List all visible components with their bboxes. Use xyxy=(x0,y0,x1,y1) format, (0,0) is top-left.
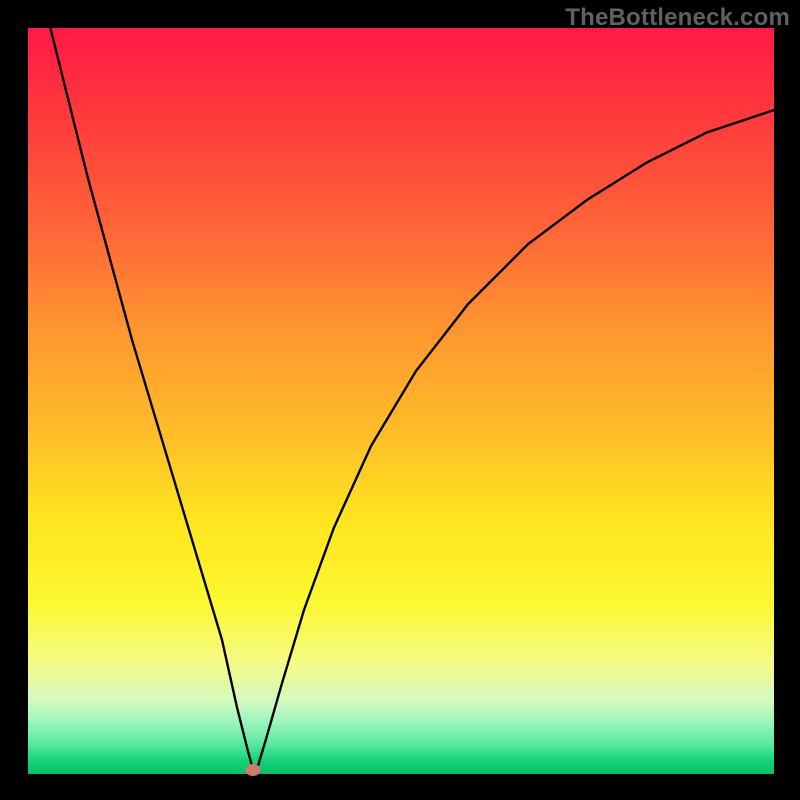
bottleneck-curve xyxy=(50,28,774,770)
watermark-text: TheBottleneck.com xyxy=(565,4,790,32)
curve-svg xyxy=(28,28,774,774)
minimum-marker xyxy=(246,764,261,776)
chart-frame: TheBottleneck.com xyxy=(0,0,800,800)
plot-area xyxy=(28,28,774,774)
